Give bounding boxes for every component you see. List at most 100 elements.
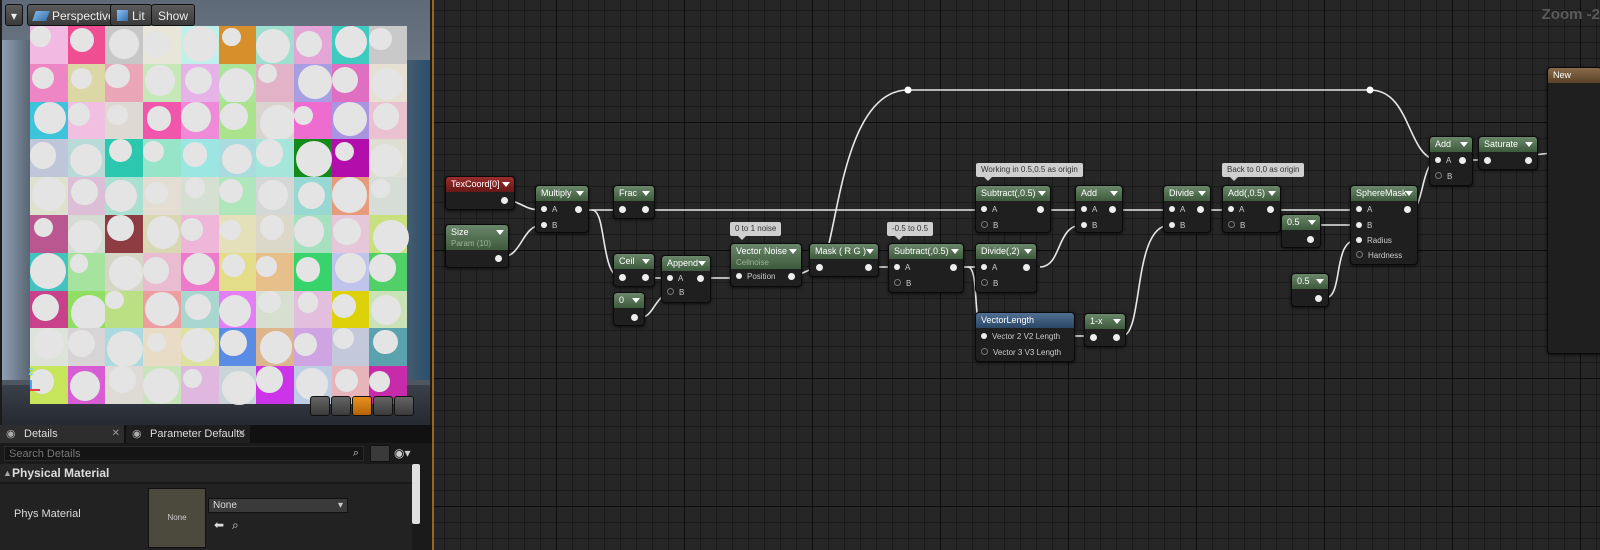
phys-material-dropdown[interactable]: None ▾ [208,498,348,513]
input-pin[interactable] [619,274,626,281]
browse-search-icon[interactable]: ⌕ [232,518,239,533]
node-saturate[interactable]: Saturate [1478,136,1538,170]
close-icon[interactable]: ✕ [238,425,246,443]
node-add-half[interactable]: Add(,0.5) A B [1222,185,1281,233]
input-pin-b[interactable]: B [1081,221,1097,230]
output-pin[interactable] [495,255,502,262]
input-pin-position[interactable]: Position [736,272,775,281]
output-pin[interactable] [642,274,649,281]
material-preview-viewport[interactable]: Z ▾ Perspective Lit Show [2,0,430,425]
input-pin-b[interactable]: B [981,279,998,288]
output-pin[interactable] [1023,264,1030,271]
input-pin[interactable] [619,206,626,213]
node-multiply[interactable]: Multiply A B [535,185,589,233]
show-button[interactable]: Show [151,4,196,26]
node-vector-noise[interactable]: Vector Noise Cellnoise Position [730,243,802,287]
comment-bubble[interactable]: 0 to 1 noise [730,222,782,240]
output-pin[interactable] [950,264,957,271]
cylinder-preview-icon[interactable] [310,396,330,416]
input-pin-a[interactable]: A [981,263,997,272]
output-pin[interactable] [1113,334,1120,341]
input-pin-a[interactable]: A [541,205,557,214]
grid-view-icon[interactable] [370,445,390,462]
node-size-param[interactable]: Size Param (10) [445,224,509,268]
input-pin-b[interactable]: B [1169,221,1185,230]
node-constant-half-a[interactable]: 0.5 [1281,214,1321,248]
node-mask-rg[interactable]: Mask ( R G ) [809,243,879,277]
physical-material-section[interactable]: ▲ Physical Material [0,464,412,482]
output-pin[interactable] [1037,206,1044,213]
cube-preview-icon[interactable] [373,396,393,416]
node-texcoord[interactable]: TexCoord[0] [445,176,515,210]
scrollbar[interactable] [412,464,420,524]
input-pin-b[interactable]: B [667,288,684,297]
output-pin[interactable] [788,273,795,280]
input-pin[interactable] [816,264,823,271]
node-add[interactable]: Add A B [1075,185,1123,233]
output-pin[interactable] [1459,157,1466,164]
input-pin-b[interactable]: B [894,279,911,288]
output-pin[interactable] [1315,295,1322,302]
node-frac[interactable]: Frac [613,185,655,219]
output-pin[interactable] [575,206,582,213]
material-graph-canvas[interactable]: Zoom -2 0 to 1 noise -0.5 to 0.5 Working… [432,0,1600,550]
node-one-minus[interactable]: 1-x [1084,313,1126,347]
tab-parameter-defaults[interactable]: ◉ Parameter Defaults ✕ [126,425,250,443]
node-append[interactable]: Append A B [661,255,711,303]
teapot-preview-icon[interactable] [394,396,414,416]
material-thumbnail[interactable]: None [148,488,206,548]
node-vector-length[interactable]: VectorLength Vector 2 V2 Length Vector 3… [975,312,1075,362]
search-details-input[interactable]: Search Details ⌕ [4,446,364,461]
input-pin-b[interactable]: B [1356,221,1372,230]
input-pin[interactable] [1484,157,1491,164]
input-pin-a[interactable]: A [1435,156,1451,165]
input-pin-hardness[interactable]: Hardness [1356,251,1402,260]
output-pin[interactable] [1109,206,1116,213]
output-pin[interactable] [1307,236,1314,243]
node-subtract-1[interactable]: Subtract(,0.5) A B [888,243,964,293]
input-pin-b[interactable]: B [981,221,998,230]
input-pin-a[interactable]: A [667,274,683,283]
node-add-final[interactable]: Add A B [1429,136,1473,186]
node-constant-half-b[interactable]: 0.5 [1291,273,1329,307]
output-pin[interactable] [1525,157,1532,164]
perspective-button[interactable]: Perspective [27,4,122,26]
output-pin[interactable] [1267,206,1274,213]
input-pin[interactable] [1090,334,1097,341]
node-divide[interactable]: Divide A B [1163,185,1211,233]
output-pin[interactable] [865,264,872,271]
input-pin-vector3[interactable]: Vector 3 V3 Length [981,348,1061,357]
input-pin-b[interactable]: B [1228,221,1245,230]
output-pin[interactable] [1197,206,1204,213]
sphere-preview-icon[interactable] [331,396,351,416]
output-pin[interactable] [631,314,638,321]
node-constant-zero[interactable]: 0 [613,292,645,326]
comment-bubble[interactable]: Working in 0.5,0.5 as origin [976,163,1083,181]
input-pin-a[interactable]: A [894,263,910,272]
output-pin[interactable] [697,275,704,282]
close-icon[interactable]: ✕ [112,425,120,443]
output-pin[interactable] [642,206,649,213]
input-pin-a[interactable]: A [1169,205,1185,214]
input-pin-b[interactable]: B [541,221,557,230]
comment-bubble[interactable]: Back to 0,0 as origin [1222,163,1305,181]
use-selected-arrow-icon[interactable]: ⬅ [214,518,224,532]
input-pin-a[interactable]: A [1356,205,1372,214]
eye-icon[interactable]: ◉▾ [394,445,424,462]
node-ceil[interactable]: Ceil [613,253,655,287]
viewport-options-button[interactable]: ▾ [5,4,23,26]
node-material-result[interactable]: New [1547,67,1600,354]
node-divide-2[interactable]: Divide(,2) A B [975,243,1037,293]
output-pin[interactable] [501,197,508,204]
output-pin[interactable] [1404,206,1411,213]
tab-details[interactable]: ◉ Details ✕ [0,425,124,443]
input-pin-a[interactable]: A [981,205,997,214]
comment-bubble[interactable]: -0.5 to 0.5 [887,222,934,240]
input-pin-b[interactable]: B [1435,172,1452,181]
node-subtract-2[interactable]: Subtract(,0.5) A B [975,185,1051,233]
input-pin-radius[interactable]: Radius [1356,236,1392,245]
lit-button[interactable]: Lit [110,4,152,26]
input-pin-a[interactable]: A [1228,205,1244,214]
node-sphere-mask[interactable]: SphereMask A B Radius Hardness [1350,185,1418,265]
panel-divider[interactable] [432,0,434,550]
